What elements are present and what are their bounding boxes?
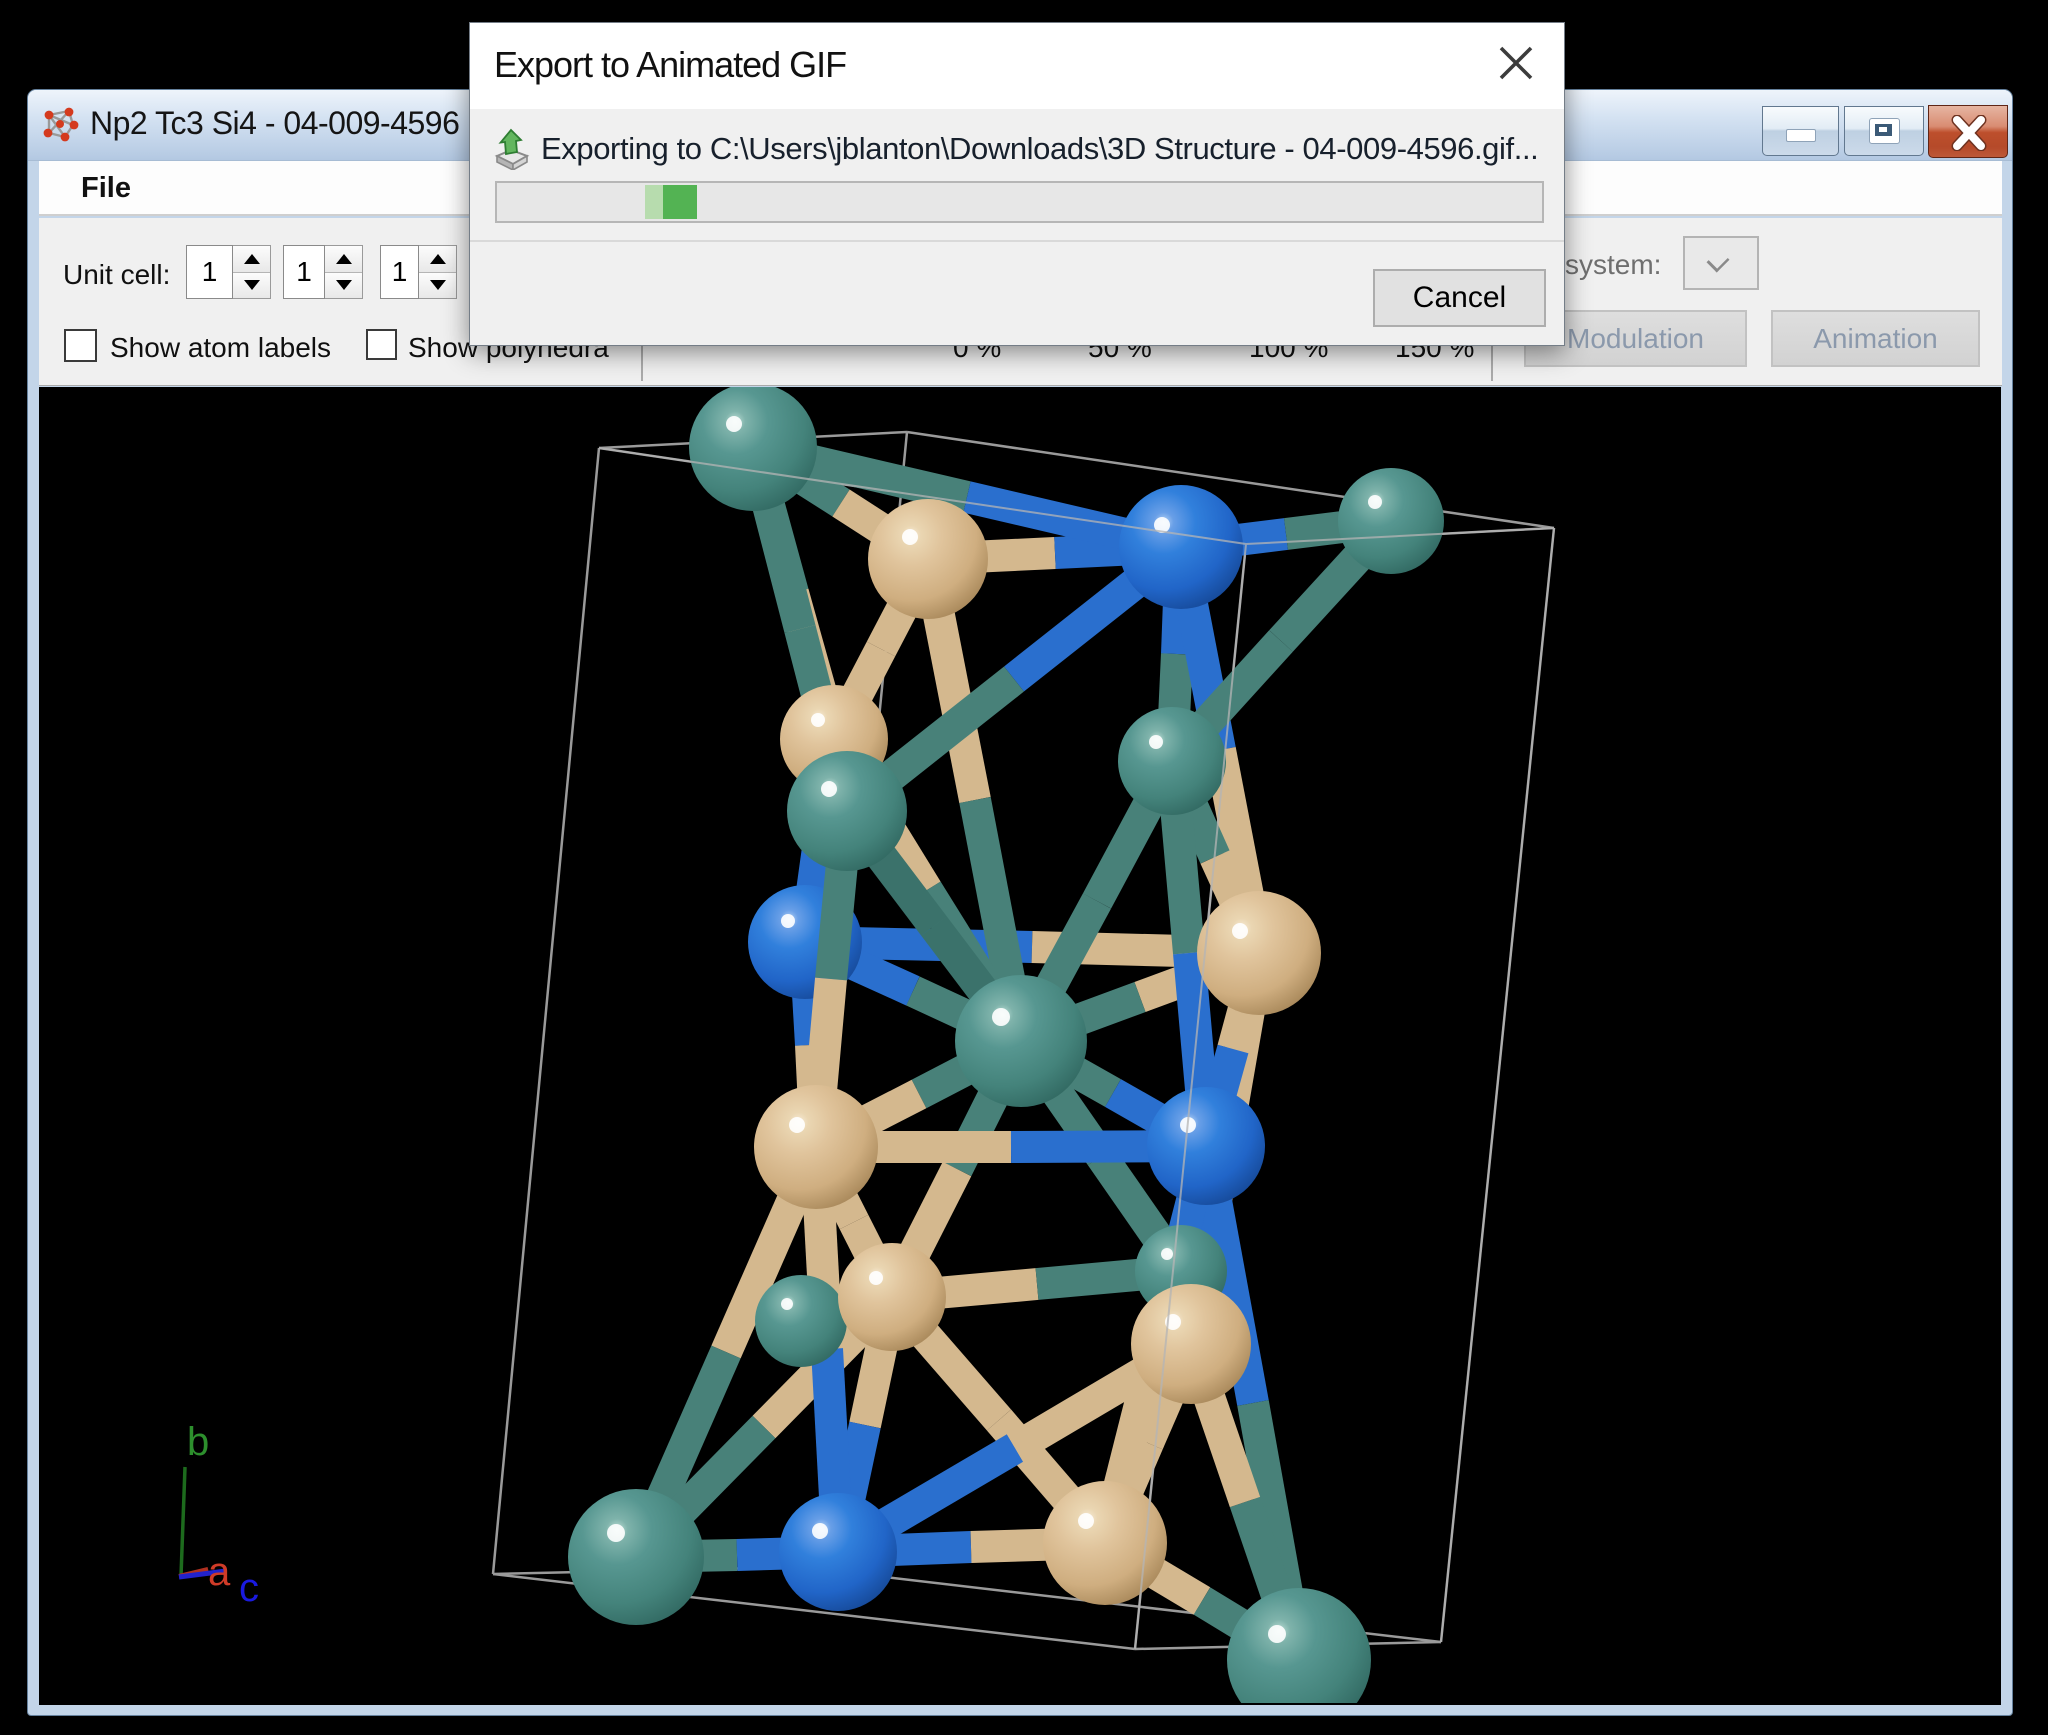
svg-text:a: a [208, 1550, 231, 1594]
svg-text:b: b [187, 1420, 209, 1464]
svg-text:c: c [239, 1566, 259, 1610]
